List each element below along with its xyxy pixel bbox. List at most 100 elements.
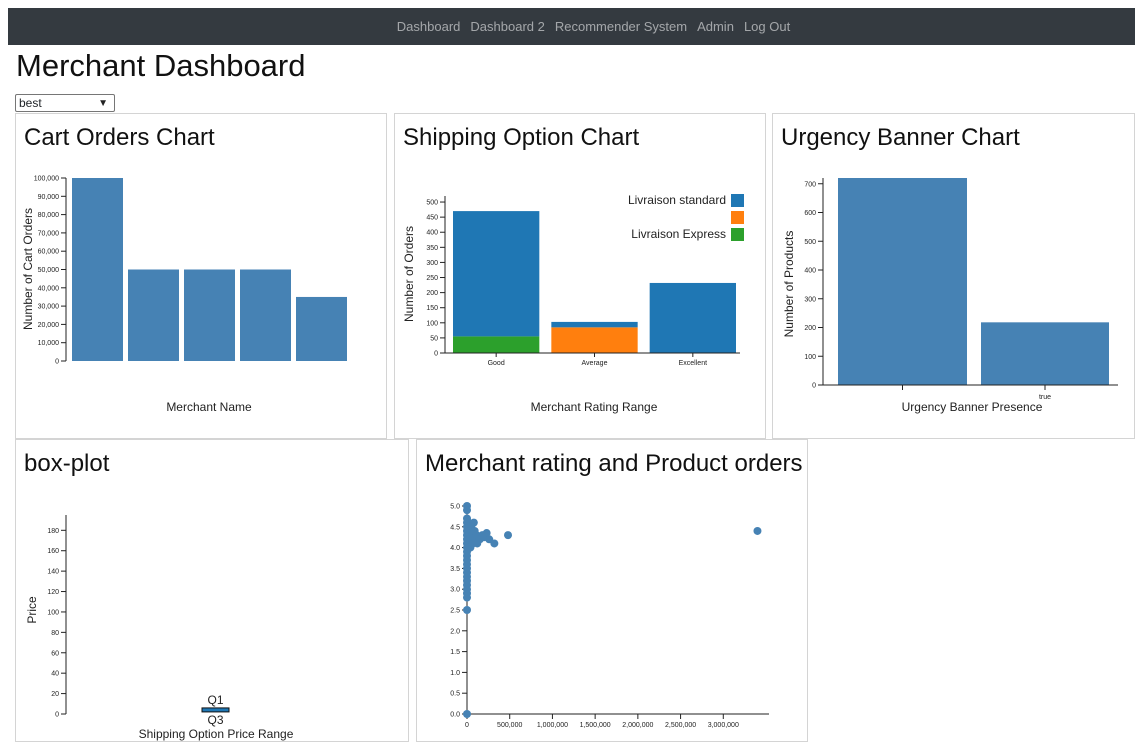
urgency-banner-chart: true0100200300400500600700Urgency Banner… xyxy=(782,178,1118,414)
nav-link-recommender-system[interactable]: Recommender System xyxy=(555,19,687,34)
cart-orders-y-tick-label: 70,000 xyxy=(38,230,60,237)
shipping-legend-label: Livraison standard xyxy=(628,193,726,207)
panel-cart-orders: Cart Orders Chart 0 10,000 20,000 30,000 40,… xyxy=(15,113,387,439)
urgency-y-label: Number of Products xyxy=(782,231,796,338)
nav-links: Dashboard Dashboard 2 Recommender System… xyxy=(8,8,1135,45)
shipping-x-tick-label: Average xyxy=(582,360,608,367)
cart-orders-bar xyxy=(184,269,235,361)
panel-box-plot: box-plot 0 20 40 60 80 100 120 140 160 180 Q1 Q3 Shi… xyxy=(15,439,409,742)
box-plot-x-label: Shipping Option Price Range xyxy=(139,727,294,741)
scatter-y-tick-label: 3.5 xyxy=(450,566,460,573)
cart-orders-y-tick-label: 90,000 xyxy=(38,194,60,201)
cart-orders-y-tick-label: 80,000 xyxy=(38,212,60,219)
urgency-bar xyxy=(981,322,1109,385)
urgency-y-tick-label: 600 xyxy=(804,210,816,217)
scatter-x-tick-label: 1,500,000 xyxy=(580,722,611,729)
shipping-bar-segment xyxy=(649,282,736,353)
cart-orders-y-tick-label: 40,000 xyxy=(38,285,60,292)
box-plot-y-tick-label: 160 xyxy=(47,548,59,555)
cart-orders-bar xyxy=(240,269,291,361)
cart-orders-y-tick-label: 60,000 xyxy=(38,249,60,256)
scatter-y-tick-label: 1.5 xyxy=(450,649,460,656)
box-plot-y-tick-label: 100 xyxy=(47,609,59,616)
shipping-bar-segment xyxy=(453,336,540,353)
scatter-x-tick-label: 2,500,000 xyxy=(665,722,696,729)
scatter-point xyxy=(463,593,471,602)
urgency-y-tick-label: 100 xyxy=(804,354,816,361)
urgency-bar xyxy=(838,178,967,385)
cart-orders-y-tick-label: 50,000 xyxy=(38,267,60,274)
nav-link-dashboard-2[interactable]: Dashboard 2 xyxy=(470,19,544,34)
box-plot-y-tick-label: 20 xyxy=(51,691,59,698)
shipping-bar-segment xyxy=(551,327,638,353)
scatter-point xyxy=(504,531,513,540)
scatter-x-tick-label: 3,000,000 xyxy=(708,722,739,729)
scatter-y-tick-label: 3.0 xyxy=(450,587,460,594)
box-plot-y-tick-label: 80 xyxy=(51,630,59,637)
urgency-y-tick-label: 200 xyxy=(804,325,816,332)
urgency-y-tick-label: 500 xyxy=(804,239,816,246)
scatter-point xyxy=(463,506,471,515)
panel-shipping-option: Shipping Option Chart Good Average Excelle… xyxy=(394,113,766,439)
shipping-y-tick-label: 350 xyxy=(426,245,438,252)
cart-orders-bar xyxy=(296,296,347,361)
scatter-point xyxy=(463,606,471,614)
shipping-y-tick-label: 100 xyxy=(426,320,438,327)
top-navbar: Dashboard Dashboard 2 Recommender System… xyxy=(8,8,1135,45)
scatter-y-tick-label: 1.0 xyxy=(450,670,460,677)
chevron-down-icon: ▼ xyxy=(98,98,108,109)
shipping-legend-swatch xyxy=(731,194,744,207)
merchant-filter-select[interactable]: best ▼ xyxy=(15,94,115,112)
shipping-y-tick-label: 150 xyxy=(426,305,438,312)
scatter-point xyxy=(490,539,499,548)
shipping-x-tick-label: Excellent xyxy=(679,360,707,367)
scatter-y-tick-label: 0.0 xyxy=(450,712,460,719)
nav-link-dashboard[interactable]: Dashboard xyxy=(397,19,461,34)
cart-orders-y-label: Number of Cart Orders xyxy=(21,208,35,330)
shipping-y-tick-label: 300 xyxy=(426,260,438,267)
shipping-y-tick-label: 0 xyxy=(434,351,438,358)
shipping-x-label: Merchant Rating Range xyxy=(531,400,658,414)
panel-merchant-rating-product-orders: Merchant rating and Product orders 0 500,… xyxy=(416,439,808,742)
shipping-y-tick-label: 250 xyxy=(426,275,438,282)
shipping-y-tick-label: 200 xyxy=(426,290,438,297)
scatter-point xyxy=(469,518,478,527)
panel-urgency-banner: Urgency Banner Chart true 0 100 200 300 400 50… xyxy=(772,113,1135,439)
scatter-x-tick-label: 2,000,000 xyxy=(622,722,653,729)
page-title: Merchant Dashboard xyxy=(16,48,306,83)
box-plot-y-tick-label: 40 xyxy=(51,671,59,678)
urgency-y-tick-label: 0 xyxy=(812,383,816,390)
urgency-y-tick-label: 400 xyxy=(804,268,816,275)
shipping-y-tick-label: 50 xyxy=(430,335,438,342)
shipping-legend-swatch xyxy=(731,211,744,224)
scatter-x-tick-label: 1,000,000 xyxy=(537,722,568,729)
nav-link-log-out[interactable]: Log Out xyxy=(744,19,790,34)
cart-orders-y-tick-label: 30,000 xyxy=(38,304,60,311)
shipping-bar-segment xyxy=(551,321,638,328)
scatter-y-tick-label: 0.5 xyxy=(450,691,460,698)
cart-orders-y-tick-label: 0 xyxy=(55,359,59,366)
merchant-rating-scatter-chart: 0 500,000 1,000,000 1,500,000 2,000,000 2,500… xyxy=(450,502,769,729)
cart-orders-y-tick-label: 10,000 xyxy=(38,340,60,347)
box-plot-chart: 0 20 40 60 80 100 120 140 160 180 Q1 Q3Shipping Opt… xyxy=(25,515,294,741)
scatter-point xyxy=(753,526,762,535)
box-plot-q1-label: Q1 xyxy=(207,693,223,707)
scatter-point xyxy=(463,710,471,718)
nav-link-admin[interactable]: Admin xyxy=(697,19,734,34)
cart-orders-y-tick-label: 20,000 xyxy=(38,322,60,329)
scatter-x-tick-label: 0 xyxy=(465,722,469,729)
cart-orders-y-tick-label: 100,000 xyxy=(34,176,59,183)
box-plot-box xyxy=(201,707,230,713)
shipping-x-tick-label: Good xyxy=(488,360,505,367)
cart-orders-bar xyxy=(128,269,179,361)
shipping-y-label: Number of Orders xyxy=(402,226,416,322)
shipping-y-tick-label: 500 xyxy=(426,200,438,207)
scatter-y-tick-label: 5.0 xyxy=(450,504,460,511)
box-plot-y-tick-label: 120 xyxy=(47,589,59,596)
scatter-y-tick-label: 4.5 xyxy=(450,524,460,531)
box-plot-y-tick-label: 0 xyxy=(55,712,59,719)
shipping-bar-segment xyxy=(453,211,540,337)
shipping-option-chart: Good Average Excellent 0 50 100 150 200 250 300 35… xyxy=(402,193,744,414)
scatter-y-tick-label: 2.5 xyxy=(450,608,460,615)
box-plot-y-label: Price xyxy=(25,596,39,624)
